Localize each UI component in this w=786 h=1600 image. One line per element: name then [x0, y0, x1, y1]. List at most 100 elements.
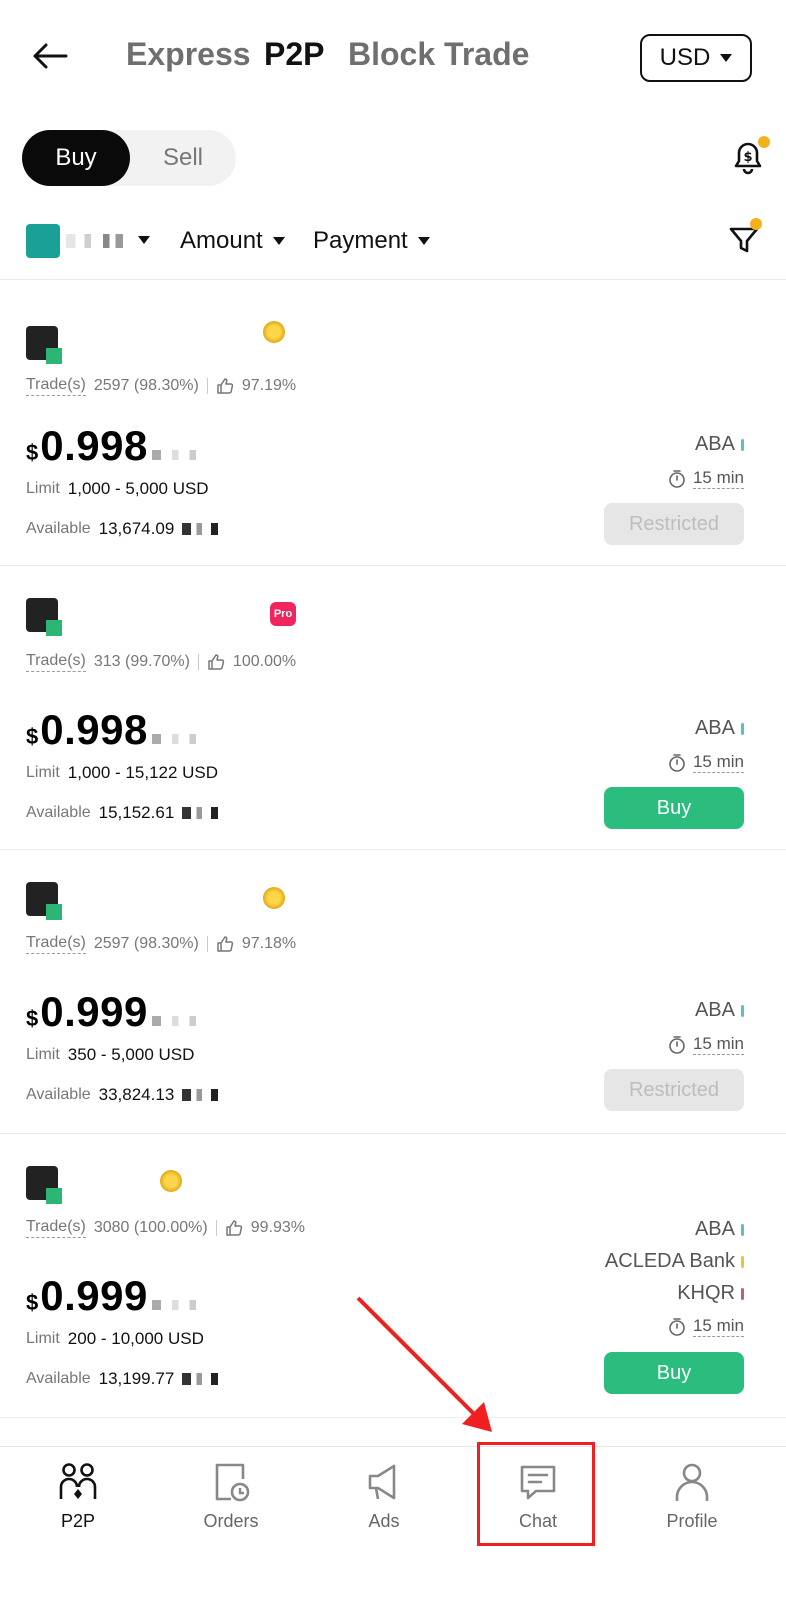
sell-toggle-button[interactable]: Sell — [130, 130, 236, 186]
payment-method-name: ABA — [694, 999, 735, 1021]
limit-label: Limit — [26, 480, 60, 497]
thumbs-up-icon — [217, 936, 234, 952]
divider — [206, 378, 208, 394]
available-value: 33,824.13 — [98, 1085, 175, 1104]
time-limit-value[interactable]: 15 min — [692, 1316, 744, 1337]
limit-label: Limit — [26, 1046, 60, 1063]
restricted-button[interactable]: Restricted — [604, 1069, 744, 1111]
trades-label[interactable]: Trade(s) — [26, 376, 86, 396]
limit-label: Limit — [26, 764, 60, 781]
divider — [215, 1220, 217, 1236]
amount-filter[interactable]: Amount — [180, 224, 285, 258]
price-unit-redacted — [151, 1016, 196, 1026]
divider — [206, 936, 208, 952]
tab-express[interactable]: Express — [126, 36, 251, 73]
available-value: 13,199.77 — [98, 1369, 175, 1388]
available-row: Available 15,152.61 — [26, 803, 219, 823]
thumbs-up-icon — [217, 378, 234, 394]
payment-filter[interactable]: Payment — [313, 224, 430, 258]
time-limit-value[interactable]: 15 min — [692, 1034, 744, 1055]
time-limit-value[interactable]: 15 min — [692, 752, 744, 773]
tab-block-trade[interactable]: Block Trade — [348, 36, 529, 73]
buy-toggle-button[interactable]: Buy — [22, 130, 130, 186]
available-value: 13,674.09 — [98, 519, 175, 538]
nav-label: Ads — [368, 1511, 400, 1531]
available-value: 15,152.61 — [98, 803, 175, 822]
currency-label: USD — [659, 44, 711, 71]
currency-selector[interactable]: USD — [640, 34, 752, 82]
buy-button[interactable]: Buy — [604, 1352, 744, 1394]
gold-merchant-badge-icon — [160, 1170, 182, 1192]
payment-color-bar — [741, 438, 744, 451]
payment-time-limit: 15 min — [667, 1316, 744, 1337]
price-unit-redacted — [151, 734, 196, 744]
nav-item-ads[interactable]: Ads — [324, 1461, 444, 1557]
payment-time-limit: 15 min — [667, 468, 744, 489]
bottom-navigation: P2P Orders Ads Chat Profile — [0, 1446, 786, 1600]
merchant-stats: Trade(s) 313 (99.70%) 100.00% — [26, 652, 296, 672]
payment-time-limit: 15 min — [667, 752, 744, 773]
limit-row: Limit 350 - 5,000 USD — [26, 1045, 194, 1065]
trades-label[interactable]: Trade(s) — [26, 1218, 86, 1238]
payment-color-bar — [741, 1287, 744, 1300]
payment-method: ABA — [695, 433, 744, 456]
filter-bar: Amount Payment — [0, 216, 786, 280]
payment-method-name: KHQR — [677, 1282, 735, 1304]
crypto-selector[interactable] — [0, 216, 160, 266]
listing-card[interactable]: Trade(s) 2597 (98.30%) 97.19% $ 0.998 Li… — [0, 282, 786, 566]
restricted-button[interactable]: Restricted — [604, 503, 744, 545]
stopwatch-icon — [669, 469, 685, 488]
trades-label[interactable]: Trade(s) — [26, 652, 86, 672]
advanced-filter-button[interactable] — [728, 218, 762, 256]
buy-button[interactable]: Buy — [604, 787, 744, 829]
amount-filter-label: Amount — [180, 227, 263, 254]
price-value: 0.998 — [40, 422, 148, 469]
limit-row: Limit 200 - 10,000 USD — [26, 1329, 204, 1349]
svg-text:$: $ — [743, 150, 752, 165]
available-row: Available 13,199.77 — [26, 1369, 219, 1389]
nav-label: P2P — [60, 1511, 96, 1531]
tab-p2p[interactable]: P2P — [264, 36, 324, 73]
chevron-down-icon — [138, 236, 150, 244]
trades-count: 2597 (98.30%) — [93, 935, 199, 952]
megaphone-icon — [368, 1464, 396, 1500]
nav-item-profile[interactable]: Profile — [632, 1461, 752, 1557]
payment-color-bar — [741, 1223, 744, 1236]
payment-method: ACLEDA Bank — [605, 1250, 744, 1273]
price: $ 0.999 — [26, 988, 196, 1036]
merchant-stats: Trade(s) 2597 (98.30%) 97.19% — [26, 376, 296, 396]
trades-count: 2597 (98.30%) — [93, 377, 199, 394]
avatar — [26, 1166, 62, 1204]
limit-label: Limit — [26, 1330, 60, 1347]
limit-row: Limit 1,000 - 15,122 USD — [26, 763, 218, 783]
payment-time-limit: 15 min — [667, 1034, 744, 1055]
notification-dot — [758, 136, 770, 148]
price-unit-redacted — [151, 450, 196, 460]
price-value: 0.999 — [40, 988, 148, 1035]
chevron-down-icon — [417, 237, 430, 245]
listing-card[interactable]: Pro Trade(s) 313 (99.70%) 100.00% $ 0.99… — [0, 566, 786, 850]
trades-label[interactable]: Trade(s) — [26, 934, 86, 954]
nav-item-p2p[interactable]: P2P — [18, 1461, 138, 1557]
listing-card[interactable]: Trade(s) 2597 (98.30%) 97.18% $ 0.999 Li… — [0, 850, 786, 1134]
available-row: Available 33,824.13 — [26, 1085, 219, 1105]
price-alert-button[interactable]: $ — [728, 136, 770, 176]
positive-rating: 99.93% — [250, 1219, 305, 1236]
buy-sell-toggle: Buy Sell — [22, 130, 236, 186]
stopwatch-icon — [669, 1317, 685, 1336]
thumbs-up-icon — [208, 654, 225, 670]
positive-rating: 97.18% — [241, 935, 297, 952]
available-label: Available — [26, 520, 91, 537]
price: $ 0.999 — [26, 1272, 196, 1320]
back-button[interactable] — [28, 34, 72, 78]
annotation-highlight-box — [477, 1442, 595, 1546]
payment-method: ABA — [695, 999, 744, 1022]
available-label: Available — [26, 1370, 91, 1387]
price-value: 0.999 — [40, 1272, 148, 1319]
time-limit-value[interactable]: 15 min — [692, 468, 744, 489]
nav-item-orders[interactable]: Orders — [171, 1461, 291, 1557]
available-row: Available 13,674.09 — [26, 519, 219, 539]
currency-symbol: $ — [26, 1006, 39, 1031]
limit-value: 1,000 - 5,000 USD — [67, 479, 209, 498]
payment-method: ABA — [695, 717, 744, 740]
